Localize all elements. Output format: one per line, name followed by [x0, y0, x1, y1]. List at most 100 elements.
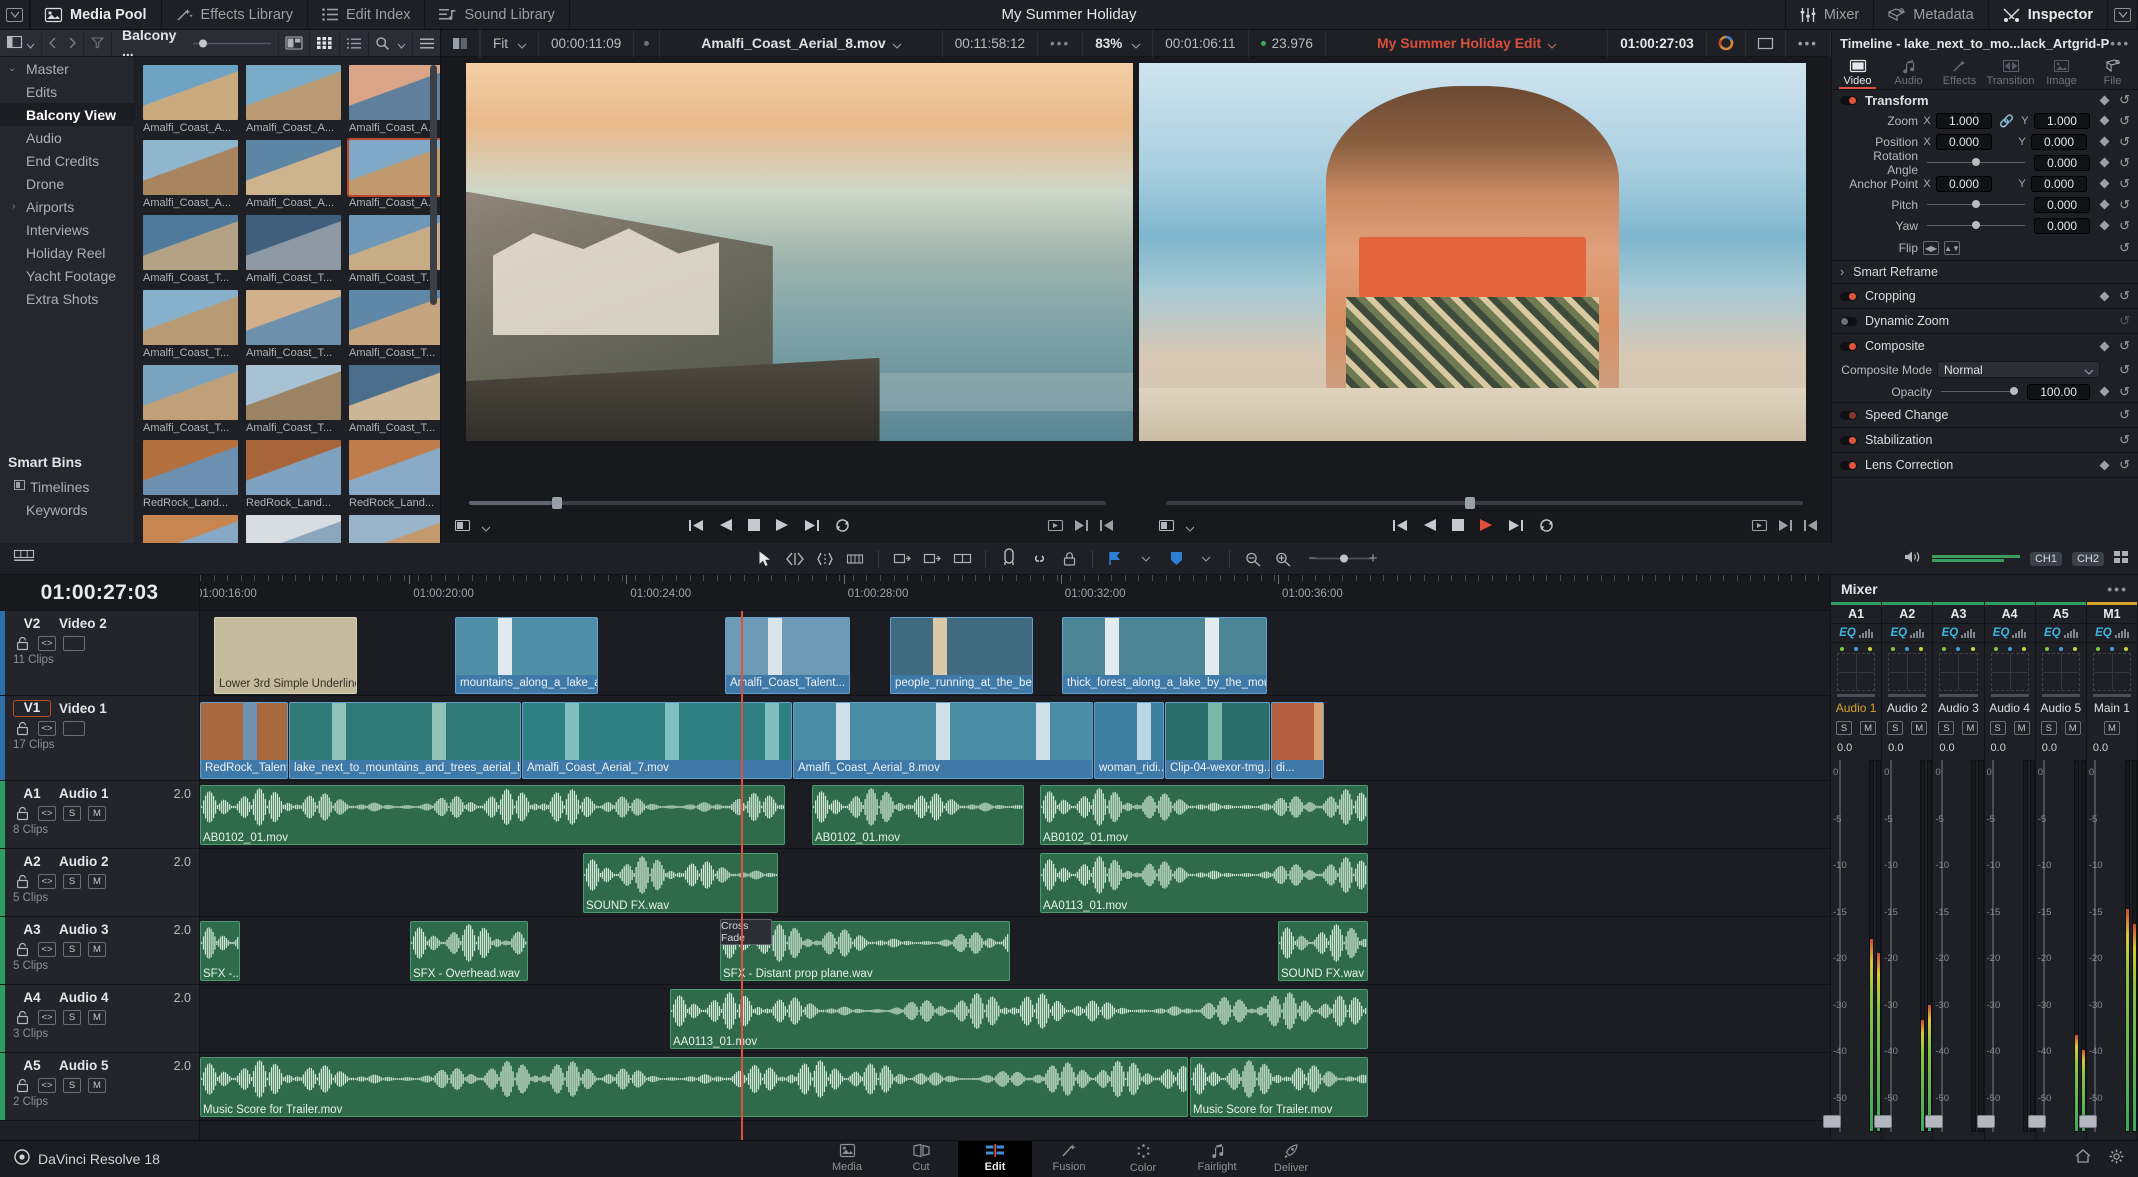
page-fairlight[interactable]: Fairlight: [1180, 1141, 1254, 1177]
media-thumbnail[interactable]: Amalfi_Coast_T...: [349, 365, 440, 434]
timeline-viewer-mode-icon[interactable]: [1158, 518, 1175, 535]
lens-correction-header[interactable]: Lens Correction ↺: [1832, 453, 2138, 477]
keyframe-button[interactable]: [2099, 291, 2110, 301]
timeline-audio-clip[interactable]: SOUND FX.wav: [1278, 921, 1368, 981]
sound-library-button[interactable]: Sound Library: [425, 0, 570, 30]
source-timecode[interactable]: 00:00:11:09: [539, 29, 635, 57]
media-thumbnail-grid[interactable]: Amalfi_Coast_A... Amalfi_Coast_A... Amalfi…: [135, 57, 440, 543]
media-thumbnail[interactable]: [246, 515, 341, 543]
keyframe-button[interactable]: [2099, 460, 2110, 470]
mute-track-button[interactable]: M: [88, 873, 106, 889]
auto-select-track-button[interactable]: <>: [38, 805, 56, 821]
view-mode-thumbnail[interactable]: [279, 30, 311, 56]
flag-lock-button[interactable]: [1054, 544, 1084, 574]
timeline-video-clip[interactable]: di...: [1271, 702, 1324, 779]
flip-vertical-button[interactable]: ▲▼: [1944, 241, 1960, 255]
timeline-scrubber[interactable]: [1166, 497, 1803, 509]
timeline-audio-clip[interactable]: Music Score for Trailer.mov: [200, 1057, 1188, 1117]
timeline-mark-in-icon[interactable]: [1779, 518, 1792, 535]
track-visibility-button[interactable]: [63, 720, 85, 736]
cropping-header[interactable]: Cropping ↺: [1832, 284, 2138, 308]
match-frame-icon[interactable]: [1047, 518, 1064, 535]
reset-icon[interactable]: ↺: [2119, 134, 2130, 150]
strip-pan-pad[interactable]: [1985, 643, 2035, 698]
strip-pan-pad[interactable]: [1933, 643, 1983, 698]
page-edit[interactable]: Edit: [958, 1140, 1032, 1177]
mark-out-icon[interactable]: [1100, 518, 1113, 535]
mixer-strip-a5[interactable]: A5 EQ Audio 5 S M 0.0 0 -5 -10 -15 -20 -30 -40 -50: [2027, 602, 2087, 1140]
position-x-field[interactable]: 0.000: [1936, 133, 1992, 150]
strip-mute-button[interactable]: M: [1860, 721, 1877, 735]
thumb-size-slider[interactable]: [186, 30, 280, 56]
strip-solo-button[interactable]: S: [1887, 721, 1904, 735]
keyframe-button[interactable]: [2099, 136, 2110, 147]
track-name[interactable]: Audio 5: [51, 1058, 109, 1073]
play-reverse-button[interactable]: [719, 518, 732, 535]
flip-horizontal-button[interactable]: ◀▶: [1923, 241, 1939, 255]
track-number[interactable]: V2: [13, 616, 51, 631]
timeline-play-button[interactable]: [1479, 518, 1492, 535]
mixer-options-button[interactable]: •••: [2107, 581, 2128, 597]
reset-icon[interactable]: ↺: [2119, 313, 2130, 329]
position-y-field[interactable]: 0.000: [2031, 133, 2087, 150]
timeline-match-frame-icon[interactable]: [1751, 518, 1768, 535]
bin-yacht-footage[interactable]: Yacht Footage: [0, 264, 134, 287]
track-header-a3[interactable]: A3 Audio 3 2.0 <> S M 5 Clips: [0, 917, 199, 985]
timeline-audio-clip[interactable]: SOUND FX.wav: [583, 853, 778, 913]
page-media[interactable]: Media: [810, 1141, 884, 1177]
track-name[interactable]: Audio 2: [51, 854, 109, 869]
razor-edit-tool[interactable]: [840, 544, 870, 574]
auto-select-track-button[interactable]: <>: [38, 635, 56, 651]
marker-dropdown[interactable]: [1191, 544, 1221, 574]
media-thumbnail[interactable]: Amalfi_Coast_A...: [349, 65, 440, 134]
media-thumbnail[interactable]: Amalfi_Coast_A...: [143, 65, 238, 134]
timeline-video-clip[interactable]: Amalfi_Coast_Talent...: [725, 617, 850, 694]
bin-airports[interactable]: › Airports: [0, 195, 134, 218]
reset-icon[interactable]: ↺: [2119, 457, 2130, 473]
jump-to-end-button[interactable]: [804, 518, 819, 535]
reset-icon[interactable]: ↺: [2119, 92, 2130, 108]
solo-track-button[interactable]: S: [63, 1009, 81, 1025]
track-header-a4[interactable]: A4 Audio 4 2.0 <> S M 3 Clips: [0, 985, 199, 1053]
source-clip-name[interactable]: Amalfi_Coast_Aerial_8.mov: [660, 35, 941, 51]
yaw-field[interactable]: 0.000: [2034, 217, 2091, 234]
flag-button[interactable]: [1101, 544, 1131, 574]
timeline-audio-clip[interactable]: AA0113_01.mov: [670, 989, 1368, 1049]
strip-fader-area[interactable]: 0.0 0 -5 -10 -15 -20 -30 -40 -50: [1925, 738, 1984, 1140]
pan-slider[interactable]: [2092, 694, 2132, 697]
strip-solo-button[interactable]: S: [1989, 721, 2006, 735]
layout-preset-button[interactable]: [2108, 0, 2138, 30]
timeline-current-timecode[interactable]: 01:00:27:03: [0, 575, 200, 610]
reset-icon[interactable]: ↺: [2119, 338, 2130, 354]
timeline-title-clip[interactable]: Lower 3rd Simple Underline: [214, 617, 357, 694]
tab-image[interactable]: Image: [2036, 56, 2087, 89]
tab-effects[interactable]: Effects: [1934, 56, 1985, 89]
page-deliver[interactable]: Deliver: [1254, 1141, 1328, 1177]
link-icon[interactable]: 🔗: [1997, 114, 2016, 128]
fader-knob[interactable]: [1976, 1115, 1995, 1128]
timeline-audio-clip[interactable]: AB0102_01.mov: [1040, 785, 1368, 845]
track-lane-v1[interactable]: RedRock_Talent_3... lake_next_to_mountain…: [200, 696, 1830, 781]
mixer-strip-a2[interactable]: A2 EQ Audio 2 S M 0.0 0 -5 -10 -15 -20 -30 -40 -50: [1874, 602, 1934, 1140]
stabilization-header[interactable]: Stabilization ↺: [1832, 428, 2138, 452]
composite-mode-select[interactable]: Normal: [1937, 361, 2101, 378]
cross-fade-transition[interactable]: Cross Fade: [720, 919, 772, 945]
timeline-audio-clip[interactable]: AB0102_01.mov: [200, 785, 785, 845]
anchor-x-field[interactable]: 0.000: [1936, 175, 1992, 192]
speed-change-toggle[interactable]: [1840, 410, 1857, 420]
filter-group[interactable]: [84, 30, 112, 56]
fader-knob[interactable]: [2078, 1115, 2097, 1128]
pan-slider[interactable]: [2041, 694, 2080, 697]
track-name[interactable]: Video 2: [51, 616, 107, 631]
auto-select-track-button[interactable]: <>: [38, 873, 56, 889]
keyframe-button[interactable]: [2099, 178, 2110, 189]
page-fusion[interactable]: Fusion: [1032, 1141, 1106, 1177]
timeline-mark-out-icon[interactable]: [1804, 518, 1817, 535]
timeline-audio-clip[interactable]: AB0102_01.mov: [812, 785, 1024, 845]
marker-button[interactable]: [1161, 544, 1191, 574]
timeline-clips-area[interactable]: Lower 3rd Simple Underline mountains_alon…: [200, 611, 1830, 1140]
strip-mute-button[interactable]: M: [1962, 721, 1979, 735]
reset-icon[interactable]: ↺: [2119, 218, 2130, 234]
audio-channel-badge[interactable]: CH2: [2071, 551, 2104, 566]
mixer-strip-a3[interactable]: A3 EQ Audio 3 S M 0.0 0 -5 -10 -15 -20 -30 -40 -50: [1925, 602, 1985, 1140]
